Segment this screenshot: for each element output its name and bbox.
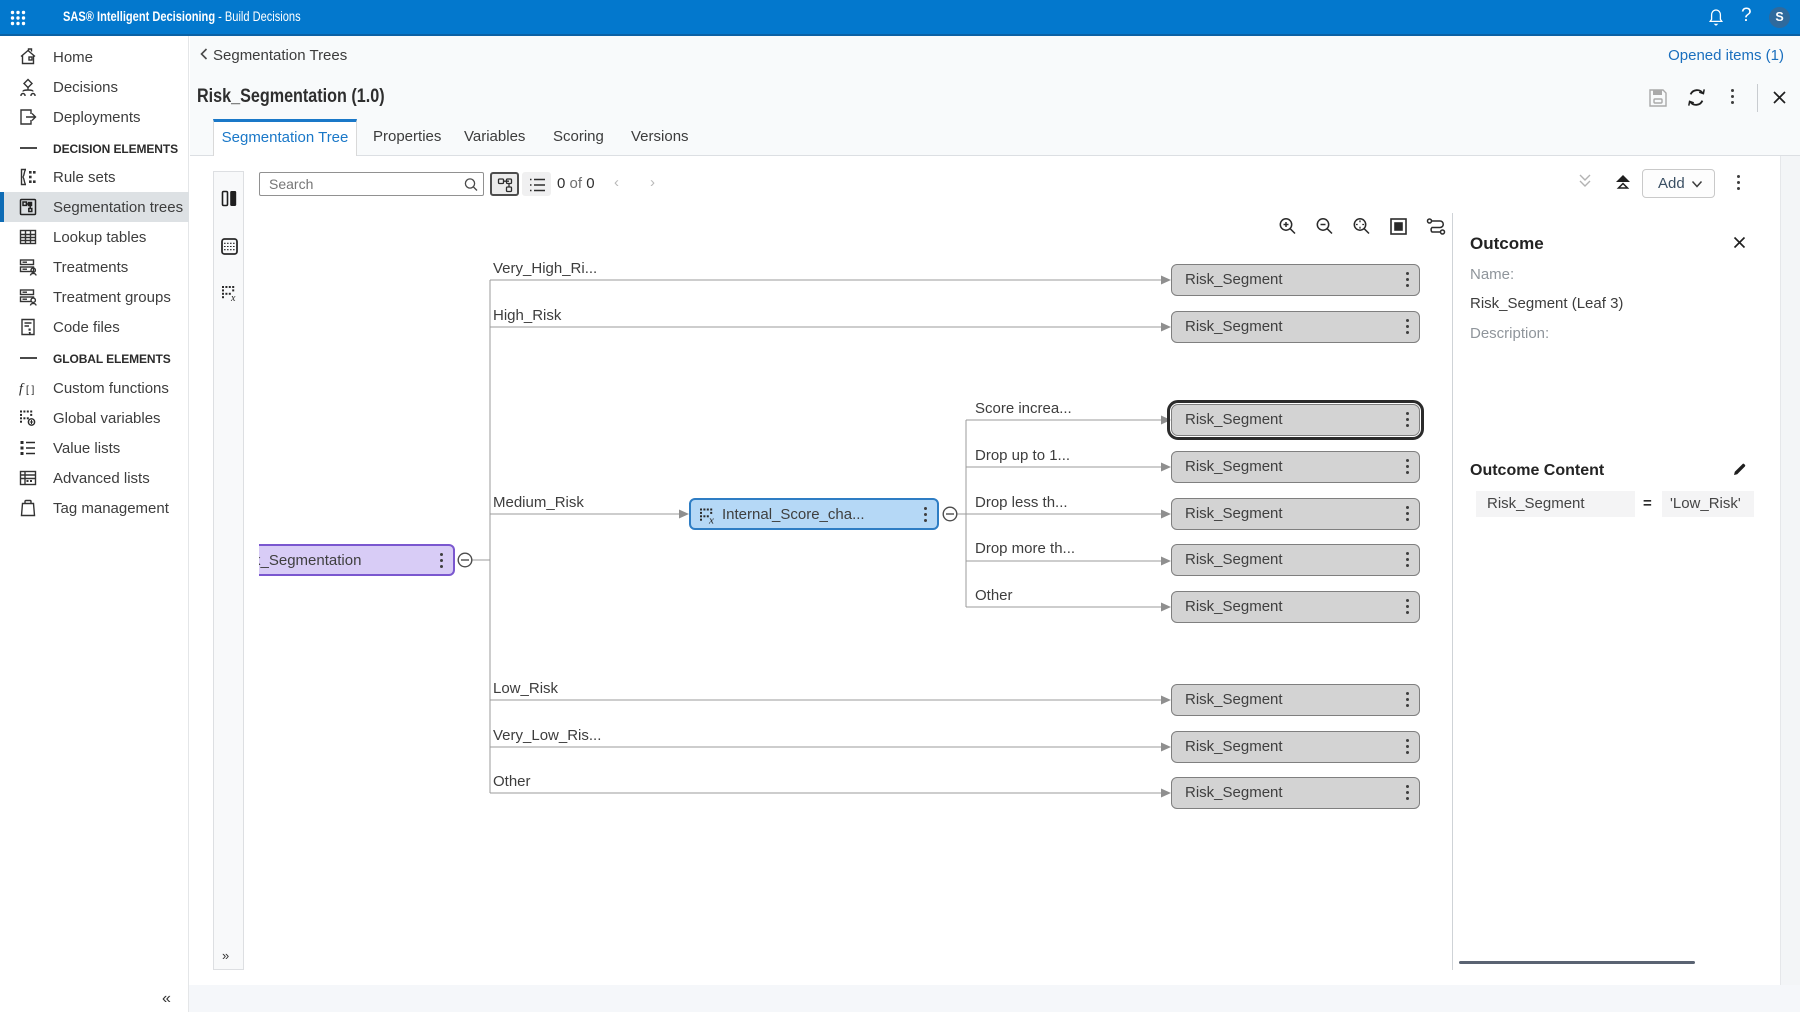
svg-text:[ ]: [ ] bbox=[26, 385, 35, 396]
svg-text:x: x bbox=[708, 515, 714, 526]
svg-text:f: f bbox=[19, 382, 25, 397]
